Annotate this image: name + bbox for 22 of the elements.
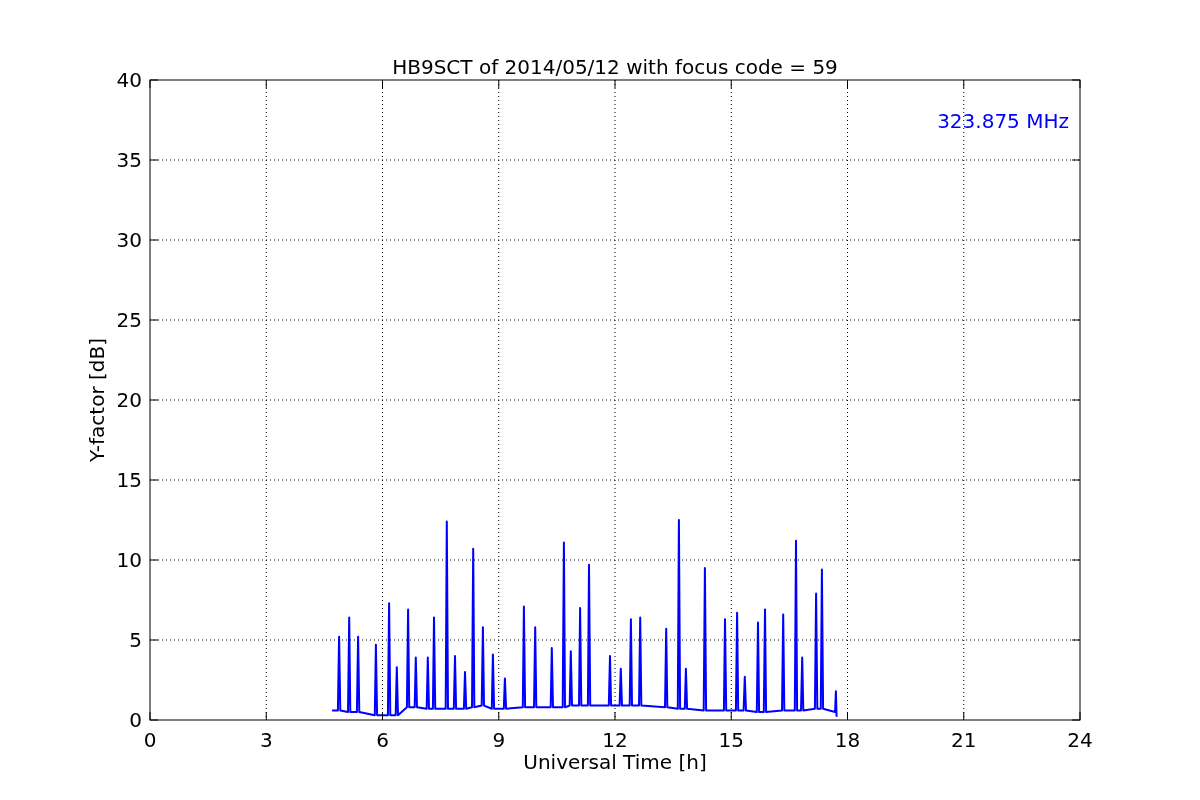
tick-label: 18: [834, 728, 861, 752]
frequency-label: 323.875 MHz: [937, 109, 1069, 133]
tick-label: 5: [129, 628, 142, 652]
tick-label: 40: [116, 68, 142, 92]
tick-label: 9: [492, 728, 506, 752]
tick-label: 35: [116, 148, 142, 172]
tick-label: 21: [951, 728, 977, 752]
tick-label: 15: [718, 728, 744, 752]
tick-label: 25: [116, 308, 142, 332]
tick-label: 15: [116, 468, 142, 492]
chart-title: HB9SCT of 2014/05/12 with focus code = 59: [392, 55, 838, 79]
tick-label: 6: [376, 728, 389, 752]
tick-label: 10: [116, 548, 142, 572]
tick-label: 24: [1067, 728, 1093, 752]
tick-label: 3: [259, 728, 273, 752]
tick-label: 0: [129, 708, 142, 732]
tick-label: 12: [602, 728, 628, 752]
tick-label: 20: [116, 388, 142, 412]
axis-label: Universal Time [h]: [523, 750, 707, 774]
tick-label: 30: [116, 228, 142, 252]
tick-label: 0: [143, 728, 157, 752]
axis-label: Y-factor [dB]: [85, 338, 109, 462]
